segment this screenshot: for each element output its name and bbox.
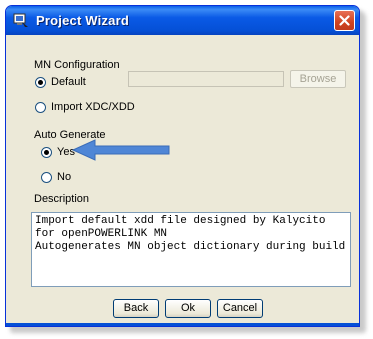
radio-no-label[interactable]: No bbox=[57, 171, 71, 183]
window-title: Project Wizard bbox=[36, 13, 129, 28]
dialog-body: MN Configuration Default Import XDC/XDD … bbox=[9, 35, 356, 323]
browse-button[interactable]: Browse bbox=[290, 70, 346, 88]
annotation-arrow-icon bbox=[71, 139, 170, 161]
radio-import[interactable] bbox=[35, 102, 46, 113]
back-button[interactable]: Back bbox=[113, 299, 159, 318]
project-wizard-dialog: Project Wizard MN Configuration Default … bbox=[5, 5, 360, 327]
cancel-button[interactable]: Cancel bbox=[217, 299, 263, 318]
radio-no[interactable] bbox=[41, 172, 52, 183]
mn-config-label: MN Configuration bbox=[34, 59, 120, 71]
window-bottom-border bbox=[6, 323, 359, 326]
radio-default-label[interactable]: Default bbox=[51, 76, 86, 88]
ok-button[interactable]: Ok bbox=[165, 299, 211, 318]
close-button[interactable] bbox=[334, 10, 355, 31]
radio-default[interactable] bbox=[35, 77, 46, 88]
xdd-path-input[interactable] bbox=[128, 71, 284, 87]
title-bar[interactable]: Project Wizard bbox=[6, 6, 359, 35]
description-label: Description bbox=[34, 193, 90, 205]
close-icon bbox=[339, 15, 350, 26]
app-icon bbox=[13, 13, 28, 27]
radio-import-label[interactable]: Import XDC/XDD bbox=[51, 101, 135, 113]
radio-yes[interactable] bbox=[41, 147, 52, 158]
description-textbox[interactable]: Import default xdd file designed by Kaly… bbox=[31, 212, 351, 287]
